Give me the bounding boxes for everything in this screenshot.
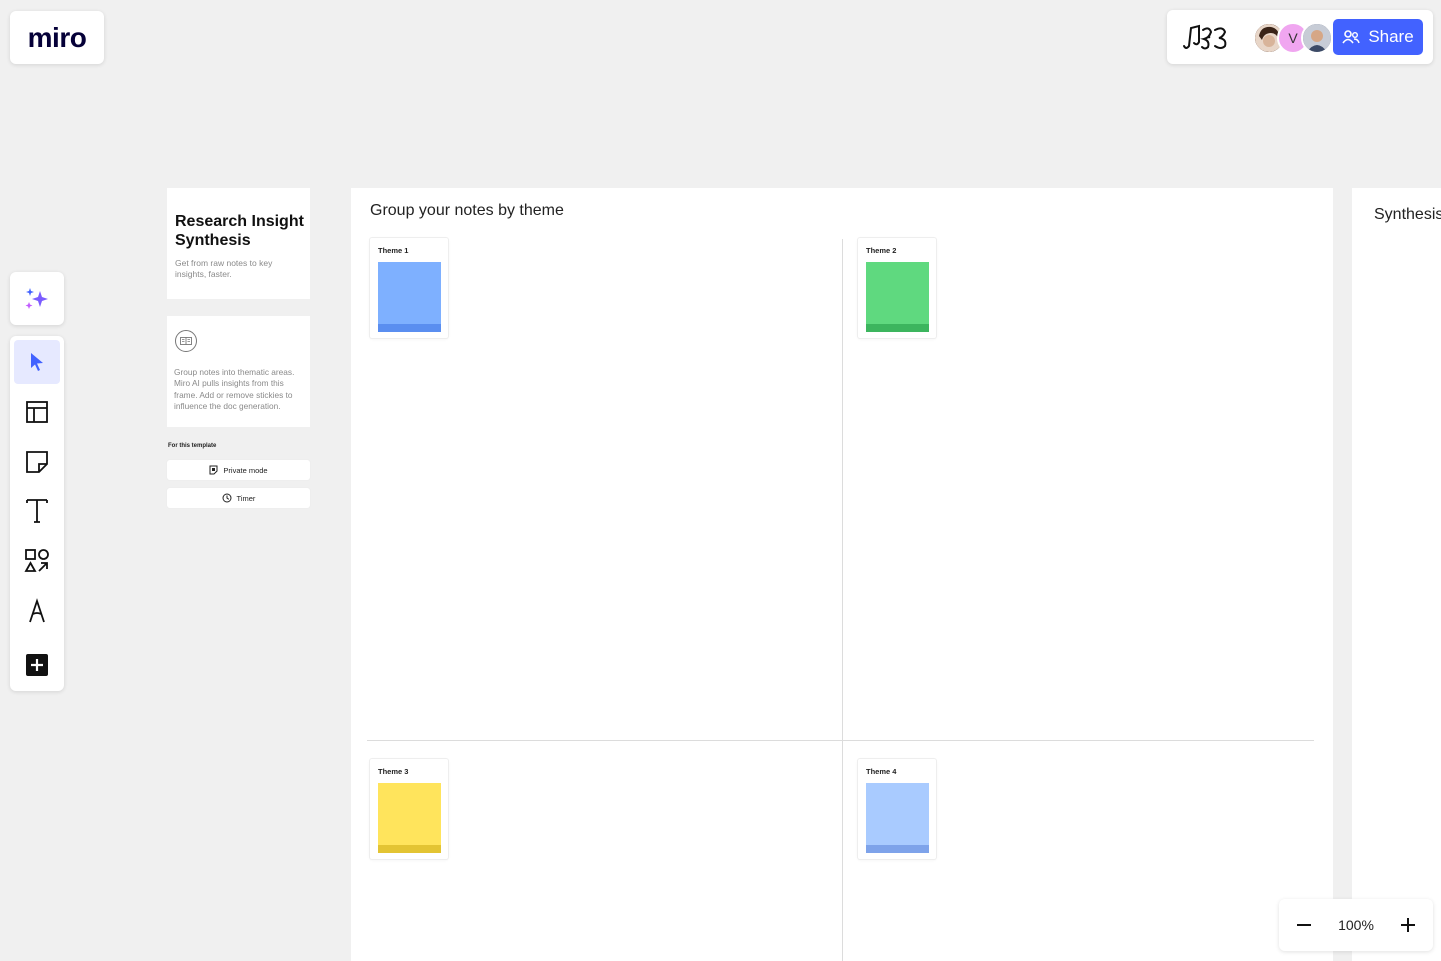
logo-text: miro: [27, 21, 87, 53]
share-button[interactable]: Share: [1333, 19, 1423, 55]
theme-label: Theme 1: [378, 246, 409, 255]
synthesis-frame[interactable]: Synthesis: [1352, 188, 1441, 961]
instructions-text: Group notes into thematic areas. Miro AI…: [174, 367, 295, 411]
timer-label: Timer: [236, 493, 256, 503]
quadrant-divider-horizontal: [367, 740, 1314, 741]
template-tools-heading: For this template: [168, 443, 217, 449]
cursor-icon: [31, 353, 43, 371]
sticky-note-tool[interactable]: [14, 440, 60, 484]
timer-button[interactable]: Timer: [167, 488, 310, 508]
theme-card-3[interactable]: Theme 3: [370, 759, 448, 859]
select-tool[interactable]: [14, 340, 60, 384]
sticky-note[interactable]: [866, 262, 929, 332]
sticky-note[interactable]: [866, 783, 929, 853]
instructions-card[interactable]: Group notes into thematic areas. Miro AI…: [167, 316, 310, 427]
zoom-out-icon[interactable]: [1295, 916, 1313, 934]
miro-logo[interactable]: miro: [10, 11, 104, 64]
plus-square-icon: [26, 654, 48, 676]
text-tool[interactable]: [14, 489, 60, 533]
theme-card-2[interactable]: Theme 2: [858, 238, 936, 338]
timer-icon: [222, 493, 232, 503]
share-label: Share: [1368, 27, 1414, 46]
sparkles-icon: [25, 287, 48, 309]
collaboration-bar: V Share: [1167, 10, 1433, 64]
more-tools-button[interactable]: [14, 643, 60, 687]
private-mode-label: Private mode: [223, 465, 268, 475]
template-info-card[interactable]: Research Insight Synthesis Get from raw …: [167, 188, 310, 299]
layout-icon: [26, 401, 48, 423]
private-mode-icon: [209, 465, 218, 475]
sticky-note[interactable]: [378, 783, 441, 853]
sticky-note-icon: [26, 451, 48, 473]
zoom-level[interactable]: 100%: [1338, 917, 1374, 933]
left-toolbar: [10, 336, 64, 691]
shapes-tool[interactable]: [14, 539, 60, 583]
synthesis-frame-title: Synthesis: [1374, 206, 1441, 223]
theme-label: Theme 3: [378, 767, 409, 776]
theme-label: Theme 2: [866, 246, 897, 255]
shapes-icon: [24, 549, 49, 572]
frame-title: Group your notes by theme: [370, 202, 564, 219]
ai-assistant-button[interactable]: [10, 272, 64, 325]
zoom-in-icon[interactable]: [1399, 916, 1417, 934]
board-icon[interactable]: [1181, 22, 1233, 52]
users-icon: [1342, 30, 1360, 44]
quadrant-divider-vertical: [842, 239, 843, 961]
theme-frame[interactable]: Group your notes by theme Theme 1 Theme …: [351, 188, 1333, 961]
zoom-controls: 100%: [1279, 899, 1433, 951]
book-icon: [175, 330, 197, 352]
template-subtitle: Get from raw notes to key insights, fast…: [175, 258, 273, 279]
theme-card-1[interactable]: Theme 1: [370, 238, 448, 338]
pen-tool[interactable]: [14, 589, 60, 633]
private-mode-button[interactable]: Private mode: [167, 460, 310, 480]
text-icon: [26, 499, 48, 523]
theme-label: Theme 4: [866, 767, 897, 776]
avatar-initial: V: [1288, 30, 1298, 46]
user-avatar-3[interactable]: [1301, 22, 1333, 54]
templates-tool[interactable]: [14, 390, 60, 434]
theme-card-4[interactable]: Theme 4: [858, 759, 936, 859]
pen-icon: [29, 598, 45, 623]
sticky-note[interactable]: [378, 262, 441, 332]
template-title: Research Insight Synthesis: [175, 213, 304, 249]
